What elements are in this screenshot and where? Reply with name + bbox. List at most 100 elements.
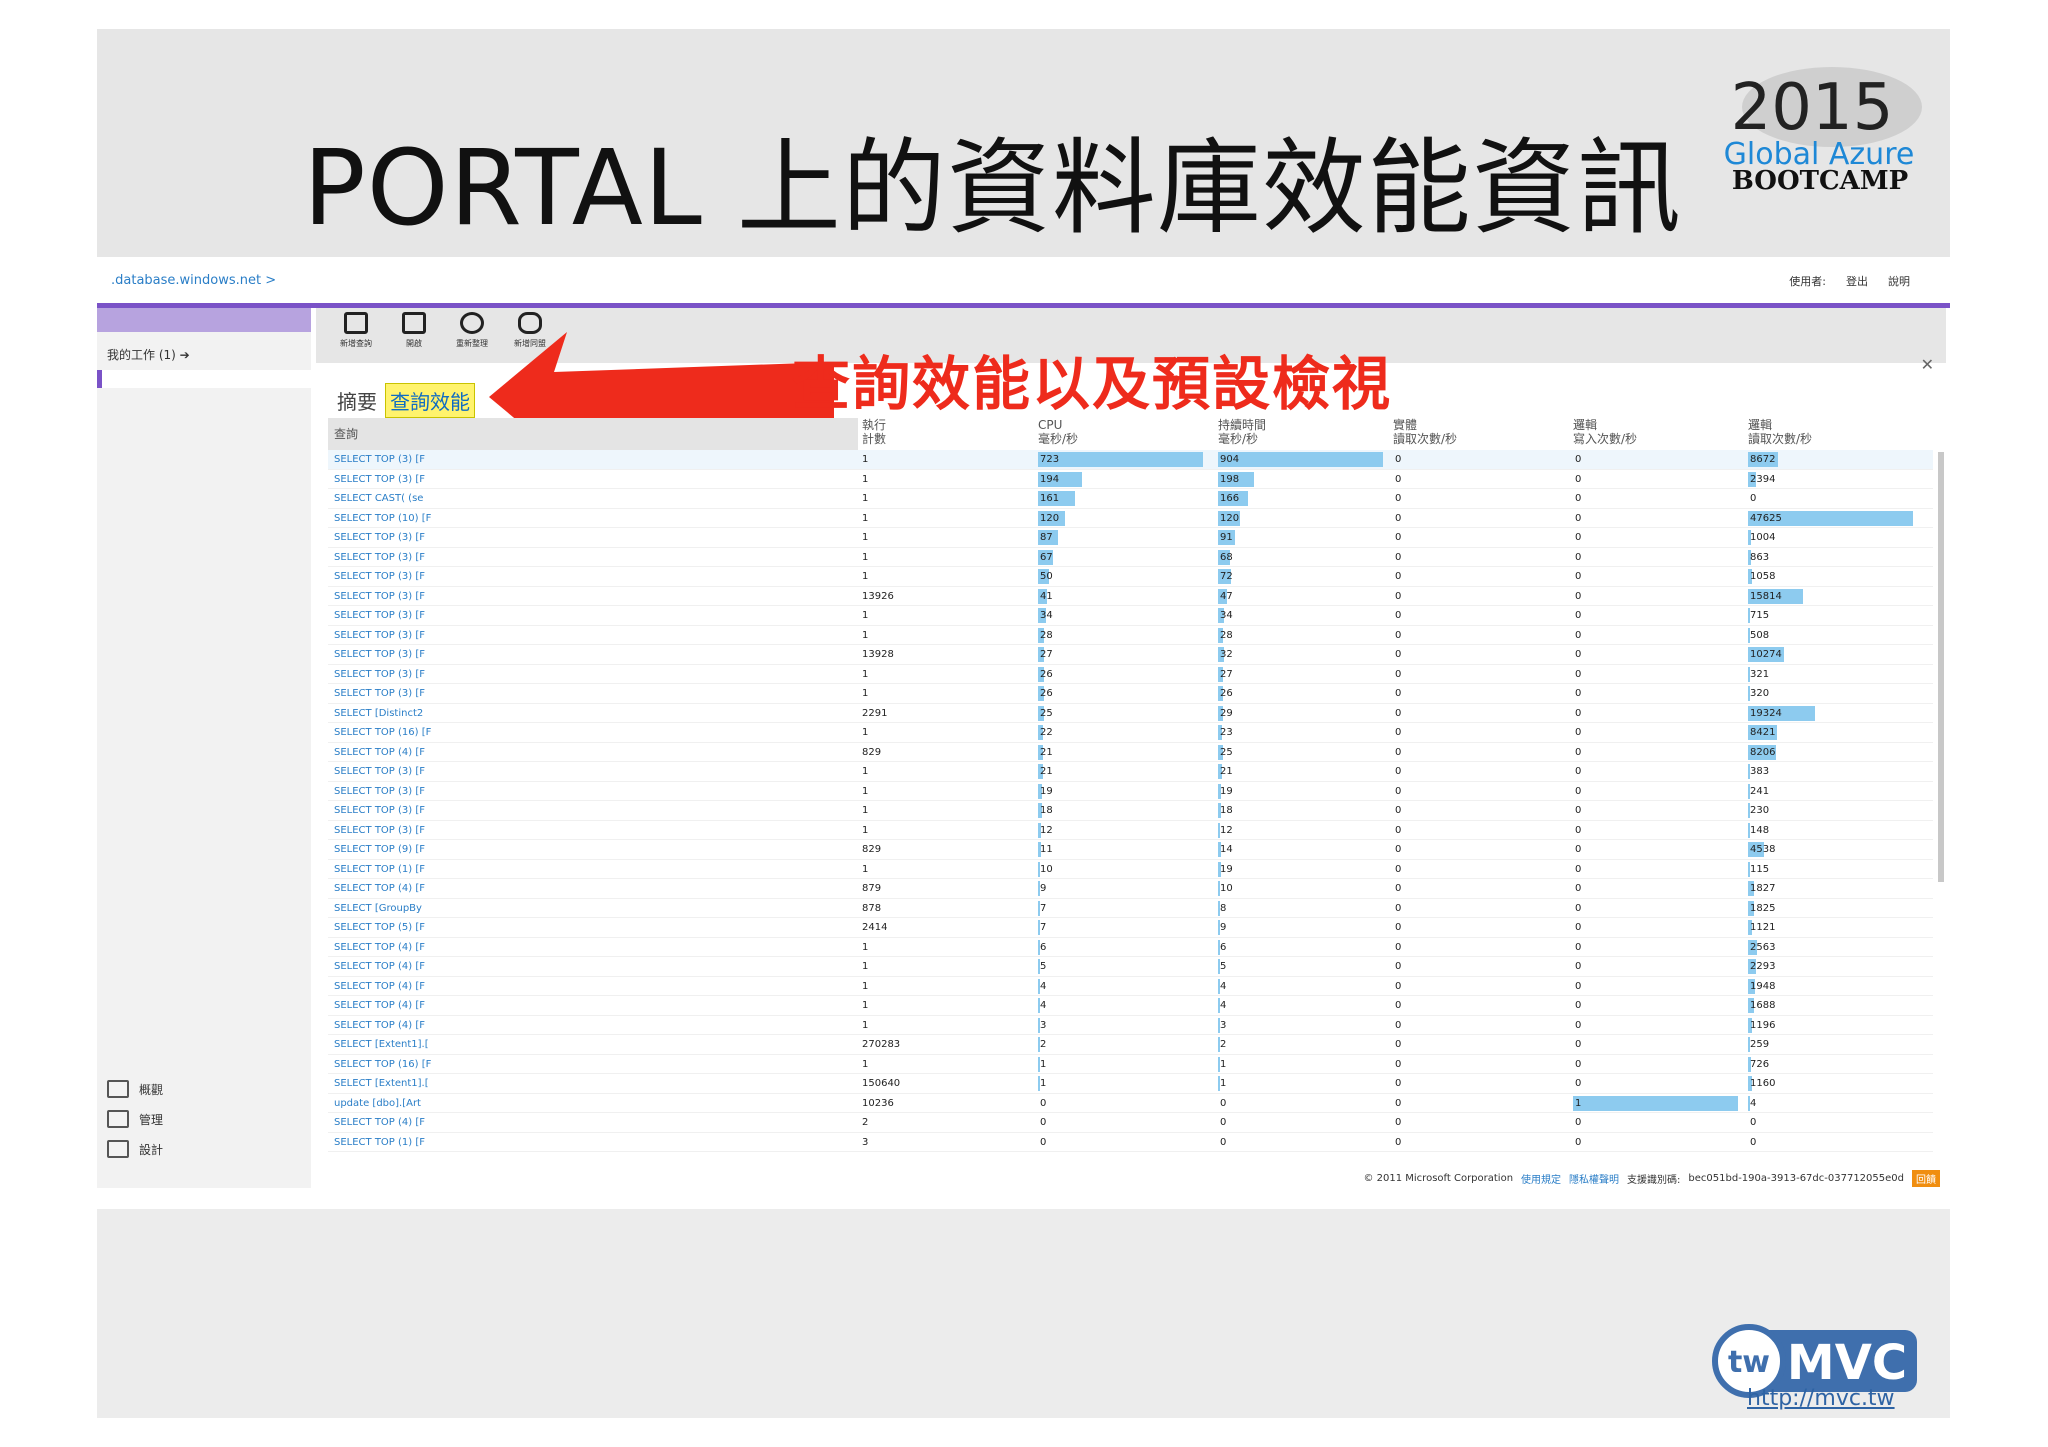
query-text[interactable]: SELECT TOP (3) [F — [334, 548, 854, 568]
query-text[interactable]: SELECT TOP (3) [F — [334, 684, 854, 704]
query-text[interactable]: SELECT TOP (3) [F — [334, 645, 854, 665]
table-row[interactable]: SELECT TOP (16) [F 1 1 1 0 0 726 — [328, 1055, 1933, 1075]
table-row[interactable]: SELECT TOP (3) [F 1 723 904 0 0 8672 — [328, 450, 1933, 470]
table-row[interactable]: SELECT TOP (4) [F 1 4 4 0 0 1688 — [328, 996, 1933, 1016]
query-text[interactable]: SELECT TOP (3) [F — [334, 450, 854, 470]
query-text[interactable]: SELECT TOP (3) [F — [334, 528, 854, 548]
server-tab[interactable] — [97, 308, 311, 332]
table-row[interactable]: SELECT TOP (3) [F 1 18 18 0 0 230 — [328, 801, 1933, 821]
terms-link[interactable]: 使用規定 — [1521, 1171, 1561, 1186]
query-text[interactable]: SELECT TOP (4) [F — [334, 1016, 854, 1036]
privacy-link[interactable]: 隱私權聲明 — [1569, 1171, 1619, 1186]
query-text[interactable]: SELECT [Distinct2 — [334, 704, 854, 724]
table-row[interactable]: SELECT TOP (1) [F 3 0 0 0 0 0 — [328, 1133, 1933, 1153]
table-row[interactable]: SELECT TOP (9) [F 829 11 14 0 0 4538 — [328, 840, 1933, 860]
table-row[interactable]: SELECT [GroupBy 878 7 8 0 0 1825 — [328, 899, 1933, 919]
col-cpu[interactable]: CPU 毫秒/秒 — [1038, 418, 1078, 446]
close-icon[interactable]: ✕ — [1921, 355, 1934, 374]
query-text[interactable]: SELECT TOP (4) [F — [334, 977, 854, 997]
mvc-url-link[interactable]: http://mvc.tw — [1747, 1386, 1895, 1411]
table-row[interactable]: SELECT TOP (3) [F 1 50 72 0 0 1058 — [328, 567, 1933, 587]
query-text[interactable]: SELECT TOP (3) [F — [334, 782, 854, 802]
tab-query-performance[interactable]: 查詢效能 — [385, 383, 475, 418]
table-row[interactable]: SELECT TOP (3) [F 1 21 21 0 0 383 — [328, 762, 1933, 782]
left-nav: 我的工作 (1) ➔ 概觀 管理 設計 — [97, 308, 311, 1188]
query-text[interactable]: SELECT CAST( (se — [334, 489, 854, 509]
query-text[interactable]: SELECT [GroupBy — [334, 899, 854, 919]
query-text[interactable]: SELECT TOP (3) [F — [334, 567, 854, 587]
table-row[interactable]: SELECT TOP (3) [F 1 194 198 0 0 2394 — [328, 470, 1933, 490]
help-link[interactable]: 說明 — [1888, 273, 1910, 289]
table-scrollbar[interactable] — [1938, 452, 1944, 882]
logout-link[interactable]: 登出 — [1846, 273, 1868, 289]
logical-writes-value: 0 — [1575, 941, 1582, 953]
query-text[interactable]: SELECT TOP (3) [F — [334, 821, 854, 841]
tab-summary[interactable]: 摘要 — [337, 386, 377, 415]
table-row[interactable]: SELECT CAST( (se 1 161 166 0 0 0 — [328, 489, 1933, 509]
query-text[interactable]: SELECT TOP (3) [F — [334, 587, 854, 607]
query-text[interactable]: SELECT [Extent1].[ — [334, 1074, 854, 1094]
table-row[interactable]: update [dbo].[Art 10236 0 0 0 1 4 — [328, 1094, 1933, 1114]
table-row[interactable]: SELECT TOP (3) [F 13928 27 32 0 0 10274 — [328, 645, 1933, 665]
col-exec-count[interactable]: 執行 計數 — [862, 418, 886, 446]
table-row[interactable]: SELECT TOP (3) [F 1 12 12 0 0 148 — [328, 821, 1933, 841]
query-text[interactable]: SELECT TOP (16) [F — [334, 1055, 854, 1075]
col-physical-reads[interactable]: 實體 讀取次數/秒 — [1393, 418, 1457, 446]
col-query[interactable]: 查詢 — [328, 418, 858, 450]
table-row[interactable]: SELECT TOP (3) [F 1 19 19 0 0 241 — [328, 782, 1933, 802]
table-row[interactable]: SELECT TOP (4) [F 1 5 5 0 0 2293 — [328, 957, 1933, 977]
table-row[interactable]: SELECT [Extent1].[270283 2 2 0 0 259 — [328, 1035, 1933, 1055]
query-text[interactable]: SELECT TOP (4) [F — [334, 743, 854, 763]
table-row[interactable]: SELECT TOP (4) [F 1 6 6 0 0 2563 — [328, 938, 1933, 958]
table-row[interactable]: SELECT TOP (3) [F 13926 41 47 0 0 15814 — [328, 587, 1933, 607]
table-row[interactable]: SELECT TOP (16) [F 1 22 23 0 0 8421 — [328, 723, 1933, 743]
nav-overview[interactable]: 概觀 — [107, 1080, 163, 1098]
query-text[interactable]: SELECT TOP (3) [F — [334, 762, 854, 782]
table-row[interactable]: SELECT TOP (5) [F 2414 7 9 0 0 1121 — [328, 918, 1933, 938]
query-text[interactable]: SELECT TOP (3) [F — [334, 626, 854, 646]
query-text[interactable]: SELECT TOP (3) [F — [334, 801, 854, 821]
query-text[interactable]: SELECT TOP (3) [F — [334, 470, 854, 490]
query-text[interactable]: SELECT TOP (3) [F — [334, 665, 854, 685]
table-row[interactable]: SELECT [Distinct2 2291 25 29 0 0 19324 — [328, 704, 1933, 724]
query-text[interactable]: SELECT TOP (10) [F — [334, 509, 854, 529]
query-text[interactable]: SELECT TOP (1) [F — [334, 1133, 854, 1153]
query-text[interactable]: SELECT TOP (4) [F — [334, 879, 854, 899]
table-row[interactable]: SELECT TOP (3) [F 1 26 26 0 0 320 — [328, 684, 1933, 704]
table-row[interactable]: SELECT TOP (4) [F 879 9 10 0 0 1827 — [328, 879, 1933, 899]
table-row[interactable]: SELECT TOP (4) [F 1 3 3 0 0 1196 — [328, 1016, 1933, 1036]
nav-manage[interactable]: 管理 — [107, 1110, 163, 1128]
table-row[interactable]: SELECT TOP (10) [F 1 120 120 0 0 47625 — [328, 509, 1933, 529]
table-row[interactable]: SELECT TOP (3) [F 1 28 28 0 0 508 — [328, 626, 1933, 646]
new-query-button[interactable]: 新增查詢 — [328, 312, 384, 349]
breadcrumb[interactable]: .database.windows.net > — [111, 273, 276, 288]
table-row[interactable]: SELECT TOP (4) [F 2 0 0 0 0 0 — [328, 1113, 1933, 1133]
table-row[interactable]: SELECT [Extent1].[150640 1 1 0 0 1160 — [328, 1074, 1933, 1094]
col-duration[interactable]: 持續時間 毫秒/秒 — [1218, 418, 1266, 446]
query-text[interactable]: update [dbo].[Art — [334, 1094, 854, 1114]
my-work-link[interactable]: 我的工作 (1) ➔ — [107, 346, 190, 363]
query-text[interactable]: SELECT [Extent1].[ — [334, 1035, 854, 1055]
table-row[interactable]: SELECT TOP (3) [F 1 87 91 0 0 1004 — [328, 528, 1933, 548]
query-text[interactable]: SELECT TOP (1) [F — [334, 860, 854, 880]
query-text[interactable]: SELECT TOP (4) [F — [334, 957, 854, 977]
query-text[interactable]: SELECT TOP (4) [F — [334, 1113, 854, 1133]
open-button[interactable]: 開啟 — [386, 312, 442, 349]
table-row[interactable]: SELECT TOP (4) [F 829 21 25 0 0 8206 — [328, 743, 1933, 763]
nav-design[interactable]: 設計 — [107, 1140, 163, 1158]
table-row[interactable]: SELECT TOP (1) [F 1 10 19 0 0 115 — [328, 860, 1933, 880]
database-item[interactable] — [97, 370, 311, 388]
table-row[interactable]: SELECT TOP (3) [F 1 67 68 0 0 863 — [328, 548, 1933, 568]
table-row[interactable]: SELECT TOP (4) [F 1 4 4 0 0 1948 — [328, 977, 1933, 997]
col-logical-reads[interactable]: 邏輯 讀取次數/秒 — [1748, 418, 1812, 446]
query-text[interactable]: SELECT TOP (3) [F — [334, 606, 854, 626]
table-row[interactable]: SELECT TOP (3) [F 1 26 27 0 0 321 — [328, 665, 1933, 685]
table-row[interactable]: SELECT TOP (3) [F 1 34 34 0 0 715 — [328, 606, 1933, 626]
query-text[interactable]: SELECT TOP (16) [F — [334, 723, 854, 743]
col-logical-writes[interactable]: 邏輯 寫入次數/秒 — [1573, 418, 1637, 446]
query-text[interactable]: SELECT TOP (4) [F — [334, 938, 854, 958]
query-text[interactable]: SELECT TOP (4) [F — [334, 996, 854, 1016]
feedback-button[interactable]: 回饋 — [1912, 1170, 1940, 1187]
query-text[interactable]: SELECT TOP (9) [F — [334, 840, 854, 860]
query-text[interactable]: SELECT TOP (5) [F — [334, 918, 854, 938]
